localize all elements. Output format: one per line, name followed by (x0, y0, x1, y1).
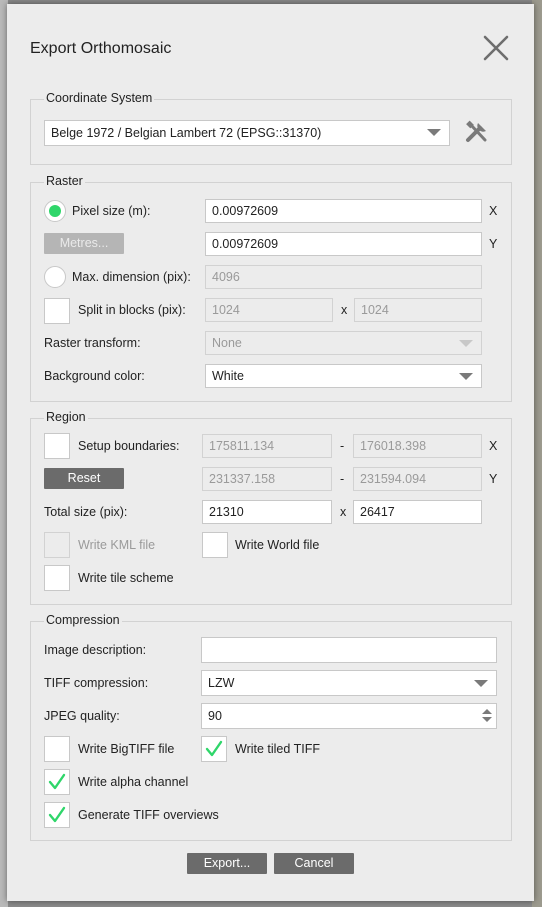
region-group: Region Setup boundaries: 175811.134 - 17… (30, 410, 512, 605)
checkmark-icon (48, 773, 66, 790)
export-orthomosaic-dialog: Export Orthomosaic Coordinate System Bel… (7, 4, 534, 901)
total-size-y-input[interactable]: 26417 (353, 500, 482, 524)
setup-boundaries-label: Setup boundaries: (78, 439, 180, 453)
image-description-input[interactable] (201, 637, 497, 663)
y-range-dash: - (340, 472, 345, 486)
background-color-select[interactable]: White (205, 364, 482, 388)
write-alpha-label: Write alpha channel (78, 775, 189, 789)
write-world-checkbox[interactable] (202, 532, 228, 558)
chevron-down-icon (427, 129, 441, 136)
checkmark-icon (205, 740, 223, 757)
metres-button[interactable]: Metres... (44, 233, 124, 254)
write-bigtiff-label: Write BigTIFF file (78, 742, 175, 756)
write-kml-checkbox[interactable] (44, 532, 70, 558)
spin-up-icon[interactable] (482, 709, 492, 714)
radio-selected-dot (49, 205, 61, 217)
raster-transform-select[interactable]: None (205, 331, 482, 355)
pixel-size-x-input[interactable]: 0.00972609 (205, 199, 482, 223)
raster-group: Raster Pixel size (m): 0.00972609 X Metr… (30, 174, 512, 402)
jpeg-quality-label: JPEG quality: (44, 709, 120, 723)
x-max-input[interactable]: 176018.398 (353, 434, 482, 458)
setup-boundaries-checkbox[interactable] (44, 433, 70, 459)
raster-title: Raster (44, 174, 85, 188)
compression-title: Compression (44, 613, 122, 627)
chevron-down-icon (459, 373, 473, 380)
total-size-separator: x (340, 505, 347, 519)
generate-overviews-label: Generate TIFF overviews (78, 808, 219, 822)
write-alpha-checkbox[interactable] (44, 769, 70, 795)
tools-icon[interactable] (463, 119, 491, 147)
split-y-input[interactable]: 1024 (354, 298, 482, 322)
tiff-compression-select[interactable]: LZW (201, 670, 497, 696)
max-dimension-label: Max. dimension (pix): (72, 270, 191, 284)
coordinate-system-title: Coordinate System (44, 91, 155, 105)
raster-transform-value: None (212, 336, 242, 350)
chevron-down-icon (474, 680, 488, 687)
coordinate-system-value: Belge 1972 / Belgian Lambert 72 (EPSG::3… (51, 126, 322, 140)
pixel-size-y-input[interactable]: 0.00972609 (205, 232, 482, 256)
axis-y-label: Y (489, 472, 498, 486)
chevron-down-icon (459, 340, 473, 347)
image-description-label: Image description: (44, 643, 147, 657)
dialog-title: Export Orthomosaic (30, 40, 172, 57)
background-color-value: White (212, 369, 244, 383)
y-min-input[interactable]: 231337.158 (202, 467, 332, 491)
jpeg-quality-spinbox[interactable]: 90 (201, 703, 497, 729)
spin-down-icon[interactable] (482, 717, 492, 722)
split-blocks-label: Split in blocks (pix): (78, 303, 186, 317)
axis-y-label: Y (489, 237, 498, 251)
checkmark-icon (48, 806, 66, 823)
cancel-button[interactable]: Cancel (274, 853, 354, 874)
x-range-dash: - (340, 439, 345, 453)
raster-transform-label: Raster transform: (44, 336, 141, 350)
write-tiled-tiff-label: Write tiled TIFF (235, 742, 320, 756)
max-dimension-radio[interactable] (44, 266, 66, 288)
generate-overviews-checkbox[interactable] (44, 802, 70, 828)
y-max-input[interactable]: 231594.094 (353, 467, 482, 491)
split-blocks-checkbox[interactable] (44, 298, 70, 324)
pixel-size-label: Pixel size (m): (72, 204, 151, 218)
split-separator: x (341, 303, 348, 317)
max-dimension-input[interactable]: 4096 (205, 265, 482, 289)
split-x-input[interactable]: 1024 (205, 298, 333, 322)
export-button[interactable]: Export... (187, 853, 267, 874)
coordinate-system-select[interactable]: Belge 1972 / Belgian Lambert 72 (EPSG::3… (44, 120, 450, 146)
total-size-label: Total size (pix): (44, 505, 128, 519)
write-bigtiff-checkbox[interactable] (44, 736, 70, 762)
write-tiled-tiff-checkbox[interactable] (201, 736, 227, 762)
background-color-label: Background color: (44, 369, 145, 383)
axis-x-label: X (489, 439, 498, 453)
tiff-compression-value: LZW (208, 676, 235, 690)
compression-group: Compression Image description: TIFF comp… (30, 613, 512, 841)
x-min-input[interactable]: 175811.134 (202, 434, 332, 458)
jpeg-quality-value: 90 (208, 709, 222, 723)
region-title: Region (44, 410, 88, 424)
tiff-compression-label: TIFF compression: (44, 676, 149, 690)
write-world-label: Write World file (235, 538, 320, 552)
write-kml-label: Write KML file (78, 538, 156, 552)
axis-x-label: X (489, 204, 498, 218)
total-size-x-input[interactable]: 21310 (202, 500, 332, 524)
reset-button[interactable]: Reset (44, 468, 124, 489)
write-tile-scheme-checkbox[interactable] (44, 565, 70, 591)
pixel-size-radio[interactable] (44, 200, 66, 222)
close-icon[interactable] (480, 32, 512, 64)
coordinate-system-group: Coordinate System Belge 1972 / Belgian L… (30, 91, 512, 165)
write-tile-scheme-label: Write tile scheme (78, 571, 174, 585)
